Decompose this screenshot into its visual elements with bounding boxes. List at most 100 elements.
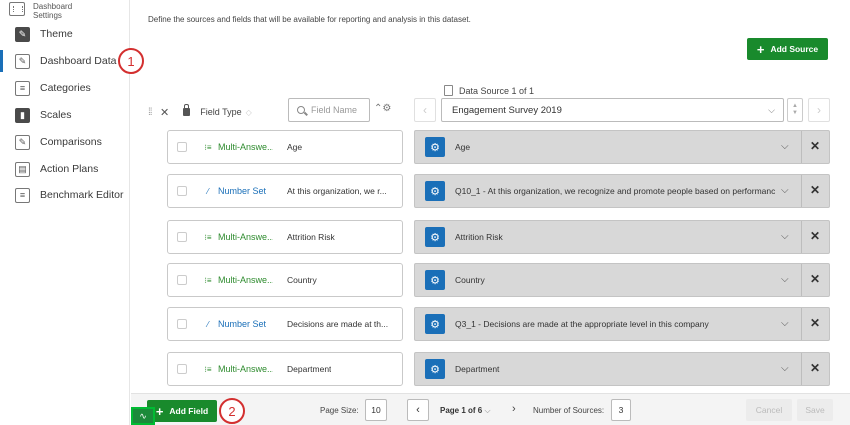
gear-icon[interactable]: ⚙ (425, 181, 445, 201)
cancel-button[interactable]: Cancel (746, 399, 792, 421)
field-row[interactable]: ⁝≡ Multi-Answe... Attrition Risk (167, 220, 403, 254)
list-icon: ≡ (15, 80, 30, 96)
dashboard-settings-header[interactable]: Dashboard Settings (9, 2, 72, 20)
page-size-input[interactable]: 10 (365, 399, 387, 421)
field-type-label: Number Set (218, 186, 267, 196)
chevron-down-icon[interactable]: ⌵ (781, 185, 789, 196)
sidebar-item-categories[interactable]: ≡ Categories (0, 77, 130, 99)
gear-icon[interactable]: ⚙ (425, 137, 445, 157)
sidebar-item-label: Benchmark Editor (40, 189, 124, 201)
multi-answer-icon: ⁝≡ (204, 364, 212, 374)
previous-page-button[interactable]: ‹ (407, 399, 429, 421)
number-set-icon: ⁄ (207, 186, 209, 196)
page-description: Define the sources and fields that will … (148, 15, 471, 24)
sort-settings-icon[interactable]: ⌃⚙ (374, 103, 391, 114)
row-checkbox[interactable] (177, 142, 187, 152)
field-type-number-set[interactable]: ⁄ Number Set (203, 319, 273, 329)
row-checkbox[interactable] (177, 319, 187, 329)
number-of-sources-input[interactable]: 3 (611, 399, 631, 421)
list-icon: ≡ (15, 187, 30, 203)
sidebar-item-scales[interactable]: ▮ Scales (0, 104, 130, 126)
sidebar-item-benchmark-editor[interactable]: ≡ Benchmark Editor (0, 184, 130, 206)
field-type-label: Multi-Answe... (218, 142, 273, 152)
remove-icon[interactable]: ✕ (810, 316, 820, 330)
field-type-number-set[interactable]: ⁄ Number Set (203, 186, 273, 196)
field-name[interactable]: Attrition Risk (287, 232, 335, 242)
divider (801, 308, 802, 340)
chevron-down-icon[interactable]: ⌵ (781, 318, 789, 329)
multi-answer-icon: ⁝≡ (204, 275, 212, 285)
chevron-down-icon: ⌵ (484, 406, 491, 415)
sidebar-item-label: Dashboard Data (40, 55, 117, 67)
field-row[interactable]: ⁄ Number Set Decisions are made at th... (167, 307, 403, 341)
field-name[interactable]: Country (287, 275, 317, 285)
mapped-field-label: Department (455, 364, 500, 374)
gear-icon[interactable]: ⚙ (425, 359, 445, 379)
drag-handle-icon[interactable]: ⁞⁞ (148, 107, 156, 118)
sidebar-item-dashboard-data[interactable]: ✎ Dashboard Data (0, 50, 130, 72)
gear-icon[interactable]: ⚙ (425, 227, 445, 247)
mapping-row: ⚙ Country ⌵ ✕ (414, 263, 830, 297)
next-page-button[interactable]: › (512, 403, 516, 415)
row-checkbox[interactable] (177, 186, 187, 196)
close-icon[interactable]: ✕ (160, 106, 169, 119)
field-type-multi-answer[interactable]: ⁝≡ Multi-Answe... (203, 232, 273, 242)
chevron-down-icon[interactable]: ⌵ (781, 141, 789, 152)
field-name-search-input[interactable]: Field Name (288, 98, 370, 122)
chevron-down-icon[interactable]: ⌵ (781, 231, 789, 242)
sidebar-item-comparisons[interactable]: ✎ Comparisons (0, 131, 130, 153)
pencil-icon: ✎ (15, 134, 30, 150)
field-row[interactable]: ⁝≡ Multi-Answe... Country (167, 263, 403, 297)
sidebar-item-theme[interactable]: ✎ Theme (0, 23, 130, 45)
data-source-select[interactable]: Engagement Survey 2019 ⌵ (441, 98, 784, 122)
remove-icon[interactable]: ✕ (810, 272, 820, 286)
field-row[interactable]: ⁝≡ Multi-Answe... Department (167, 352, 403, 386)
chevron-down-icon[interactable]: ⌵ (781, 363, 789, 374)
search-icon (297, 106, 305, 114)
field-name[interactable]: Department (287, 364, 331, 374)
field-name[interactable]: Age (287, 142, 302, 152)
lock-icon[interactable] (183, 104, 191, 116)
field-row[interactable]: ⁝≡ Multi-Answe... Age (167, 130, 403, 164)
page-indicator[interactable]: Page 1 of 6 ⌵ (440, 406, 491, 416)
dashboard-settings-label: Dashboard Settings (33, 2, 73, 20)
mapping-row: ⚙ Q3_1 - Decisions are made at the appro… (414, 307, 830, 341)
sidebar: Dashboard Settings ✎ Theme ✎ Dashboard D… (0, 0, 130, 425)
field-row[interactable]: ⁄ Number Set At this organization, we r..… (167, 174, 403, 208)
gear-icon[interactable]: ⚙ (425, 270, 445, 290)
pencil-icon: ✎ (15, 53, 30, 69)
sidebar-item-action-plans[interactable]: ▤ Action Plans (0, 158, 130, 180)
paintbrush-icon: ✎ (15, 26, 30, 42)
number-set-icon: ⁄ (207, 319, 209, 329)
row-checkbox[interactable] (177, 364, 187, 374)
row-checkbox[interactable] (177, 275, 187, 285)
gear-icon[interactable]: ⚙ (425, 314, 445, 334)
sidebar-item-label: Categories (40, 82, 91, 94)
next-source-button[interactable]: › (808, 98, 830, 122)
remove-icon[interactable]: ✕ (810, 139, 820, 153)
chevron-down-icon[interactable]: ⌵ (781, 274, 789, 285)
row-checkbox[interactable] (177, 232, 187, 242)
field-type-multi-answer[interactable]: ⁝≡ Multi-Answe... (203, 275, 273, 285)
clipboard-icon: ▤ (15, 161, 30, 177)
add-source-button[interactable]: + Add Source (747, 38, 828, 60)
plus-icon: + (756, 41, 765, 57)
save-button[interactable]: Save (797, 399, 833, 421)
source-stepper[interactable]: ▲ ▼ (787, 98, 803, 122)
field-type-multi-answer[interactable]: ⁝≡ Multi-Answe... (203, 142, 273, 152)
remove-icon[interactable]: ✕ (810, 229, 820, 243)
multi-answer-icon: ⁝≡ (204, 232, 212, 242)
remove-icon[interactable]: ✕ (810, 183, 820, 197)
divider (801, 221, 802, 253)
field-type-multi-answer[interactable]: ⁝≡ Multi-Answe... (203, 364, 273, 374)
data-source-title-text: Data Source 1 of 1 (459, 85, 535, 96)
previous-source-button[interactable]: ‹ (414, 98, 436, 122)
field-name[interactable]: Decisions are made at th... (287, 319, 388, 329)
field-name[interactable]: At this organization, we r... (287, 186, 387, 196)
remove-icon[interactable]: ✕ (810, 361, 820, 375)
mapping-row: ⚙ Q10_1 - At this organization, we recog… (414, 174, 830, 208)
activity-icon[interactable]: ∿ (131, 407, 155, 425)
sort-icon[interactable]: ◇ (246, 108, 252, 117)
add-field-button[interactable]: + Add Field (147, 400, 217, 422)
mapped-field-label: Q3_1 - Decisions are made at the appropr… (455, 319, 709, 329)
